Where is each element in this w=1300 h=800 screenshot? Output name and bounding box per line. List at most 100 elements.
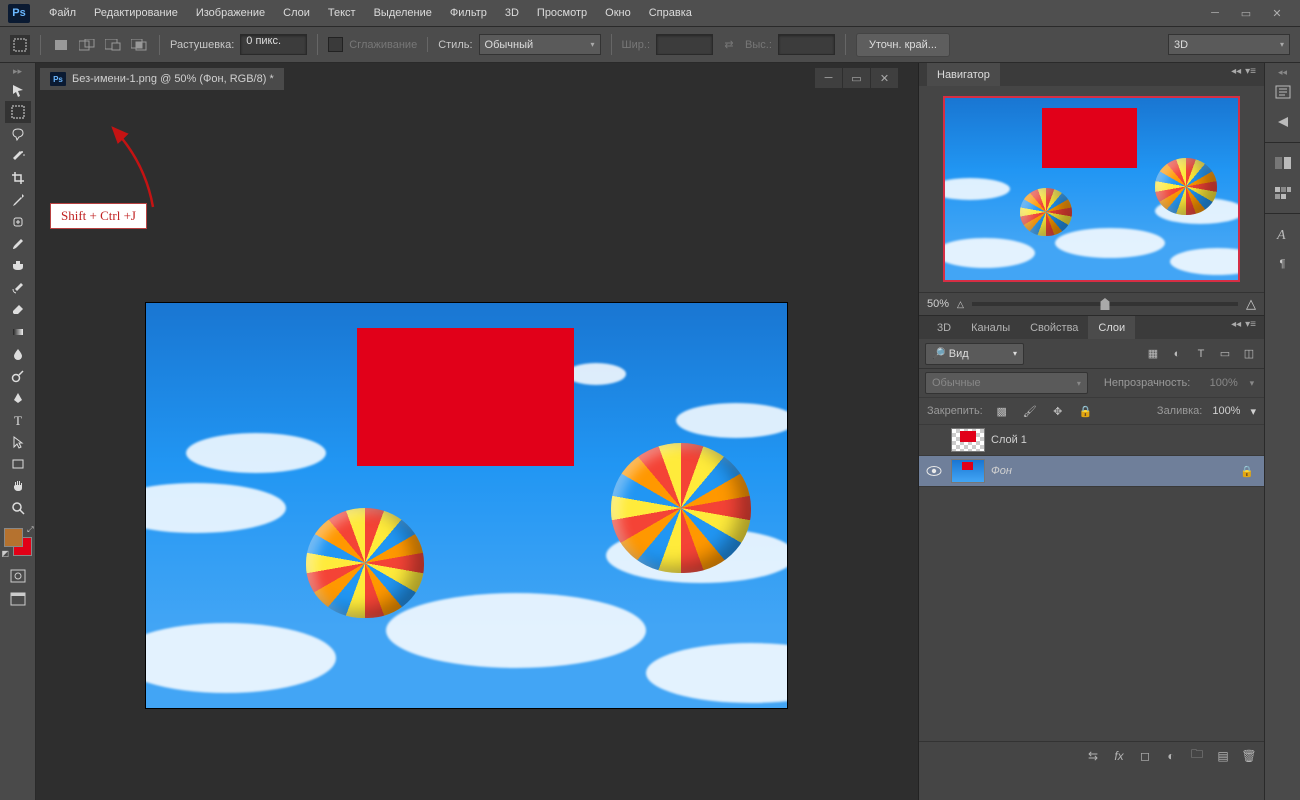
magic-wand-tool[interactable] <box>5 145 31 167</box>
brush-tool[interactable] <box>5 233 31 255</box>
layer-row-background[interactable]: Фон 🔒 <box>919 456 1264 487</box>
marquee-tool[interactable] <box>5 101 31 123</box>
navigator-zoom-value[interactable]: 50% <box>927 298 949 310</box>
eraser-tool[interactable] <box>5 299 31 321</box>
layer-mask-icon[interactable]: ◻ <box>1136 747 1154 765</box>
shape-tool[interactable] <box>5 453 31 475</box>
canvas[interactable] <box>146 303 787 708</box>
healing-brush-tool[interactable] <box>5 211 31 233</box>
panel-collapse-icon[interactable]: ◂◂ <box>1231 66 1241 77</box>
tab-layers[interactable]: Слои <box>1088 316 1135 339</box>
layer-kind-filter[interactable]: 🔎 Вид▾ <box>925 343 1024 365</box>
fill-value[interactable]: 100% <box>1212 405 1240 417</box>
type-tool[interactable]: T <box>5 409 31 431</box>
eyedropper-tool[interactable] <box>5 189 31 211</box>
blur-tool[interactable] <box>5 343 31 365</box>
fill-stepper[interactable]: ▾ <box>1250 405 1256 418</box>
workspace-switcher[interactable]: 3D▾ <box>1168 34 1290 55</box>
clone-stamp-tool[interactable] <box>5 255 31 277</box>
layer-row-1[interactable]: Слой 1 <box>919 425 1264 456</box>
layer-thumbnail[interactable] <box>951 459 985 483</box>
tool-preset-picker[interactable] <box>10 35 30 55</box>
screenmode-toggle[interactable] <box>5 588 31 610</box>
crop-tool[interactable] <box>5 167 31 189</box>
filter-smart-icon[interactable]: ◫ <box>1240 345 1258 363</box>
paragraph-panel-icon[interactable]: ¶ <box>1270 251 1296 277</box>
lock-all-icon[interactable]: 🔒 <box>1077 402 1095 420</box>
menu-file[interactable]: Файл <box>40 0 85 26</box>
color-panel-icon[interactable] <box>1270 150 1296 176</box>
menu-select[interactable]: Выделение <box>365 0 441 26</box>
minimize-button[interactable]: ─ <box>1200 3 1230 23</box>
maximize-button[interactable]: ▭ <box>1231 3 1261 23</box>
lock-position-icon[interactable]: ✥ <box>1049 402 1067 420</box>
history-panel-icon[interactable] <box>1270 79 1296 105</box>
dodge-tool[interactable] <box>5 365 31 387</box>
filter-shape-icon[interactable]: ▭ <box>1216 345 1234 363</box>
default-colors-icon[interactable]: ◩ <box>2 549 10 558</box>
doc-close-button[interactable]: ✕ <box>871 68 898 88</box>
path-selection-tool[interactable] <box>5 431 31 453</box>
menu-text[interactable]: Текст <box>319 0 365 26</box>
layer-fx-icon[interactable]: fx <box>1110 747 1128 765</box>
navigator-zoom-slider[interactable] <box>972 302 1238 306</box>
swap-colors-icon[interactable]: ⤢ <box>27 525 33 535</box>
tab-3d[interactable]: 3D <box>927 316 961 339</box>
feather-input[interactable]: 0 пикс. <box>240 34 307 55</box>
link-layers-icon[interactable]: ⇆ <box>1084 747 1102 765</box>
layer-visibility-toggle[interactable] <box>923 460 945 482</box>
tab-channels[interactable]: Каналы <box>961 316 1020 339</box>
swatches-panel-icon[interactable] <box>1270 180 1296 206</box>
menu-edit[interactable]: Редактирование <box>85 0 187 26</box>
new-layer-icon[interactable]: ▤ <box>1214 747 1232 765</box>
menu-image[interactable]: Изображение <box>187 0 274 26</box>
layer-name[interactable]: Фон <box>991 465 1012 477</box>
filter-pixel-icon[interactable]: ▦ <box>1144 345 1162 363</box>
tab-properties[interactable]: Свойства <box>1020 316 1088 339</box>
menu-3d[interactable]: 3D <box>496 0 528 26</box>
zoom-in-icon[interactable]: △ <box>1246 296 1256 312</box>
menu-layers[interactable]: Слои <box>274 0 319 26</box>
menu-view[interactable]: Просмотр <box>528 0 596 26</box>
selection-add-icon[interactable] <box>77 35 97 55</box>
opacity-stepper[interactable]: ▾ <box>1246 378 1258 389</box>
lasso-tool[interactable] <box>5 123 31 145</box>
selection-subtract-icon[interactable] <box>103 35 123 55</box>
filter-type-icon[interactable]: T <box>1192 345 1210 363</box>
zoom-out-icon[interactable]: △ <box>957 299 964 310</box>
layer-visibility-toggle[interactable] <box>923 429 945 451</box>
document-tab[interactable]: Ps Без-имени-1.png @ 50% (Фон, RGB/8) * <box>40 68 284 90</box>
lock-transparent-icon[interactable]: ▩ <box>993 402 1011 420</box>
layer-thumbnail[interactable] <box>951 428 985 452</box>
move-tool[interactable] <box>5 79 31 101</box>
zoom-tool[interactable] <box>5 497 31 519</box>
panel-collapse-icon[interactable]: ◂◂ <box>1231 319 1241 330</box>
antialias-checkbox[interactable] <box>328 37 343 52</box>
panel-menu-icon[interactable]: ▾≡ <box>1245 66 1256 77</box>
panel-menu-icon[interactable]: ▾≡ <box>1245 319 1256 330</box>
delete-layer-icon[interactable]: 🗑 <box>1240 747 1258 765</box>
navigator-preview[interactable] <box>943 96 1240 282</box>
hand-tool[interactable] <box>5 475 31 497</box>
opacity-value[interactable]: 100% <box>1198 377 1237 389</box>
pen-tool[interactable] <box>5 387 31 409</box>
close-button[interactable]: ✕ <box>1262 3 1292 23</box>
menu-help[interactable]: Справка <box>640 0 701 26</box>
navigator-tab[interactable]: Навигатор <box>927 63 1000 86</box>
lock-pixels-icon[interactable]: 🖌 <box>1021 402 1039 420</box>
layer-name[interactable]: Слой 1 <box>991 434 1027 446</box>
adjustment-layer-icon[interactable]: ◐ <box>1162 747 1180 765</box>
layer-group-icon[interactable]: 🗀 <box>1188 747 1206 765</box>
menu-window[interactable]: Окно <box>596 0 640 26</box>
history-brush-tool[interactable] <box>5 277 31 299</box>
refine-edge-button[interactable]: Уточн. край... <box>856 33 950 57</box>
foreground-color-swatch[interactable] <box>4 528 23 547</box>
gradient-tool[interactable] <box>5 321 31 343</box>
quickmask-toggle[interactable] <box>5 565 31 587</box>
filter-adjust-icon[interactable]: ◐ <box>1168 345 1186 363</box>
actions-panel-icon[interactable] <box>1270 109 1296 135</box>
blend-mode-select[interactable]: Обычные▾ <box>925 372 1088 394</box>
doc-maximize-button[interactable]: ▭ <box>843 68 870 88</box>
selection-intersect-icon[interactable] <box>129 35 149 55</box>
menu-filter[interactable]: Фильтр <box>441 0 496 26</box>
